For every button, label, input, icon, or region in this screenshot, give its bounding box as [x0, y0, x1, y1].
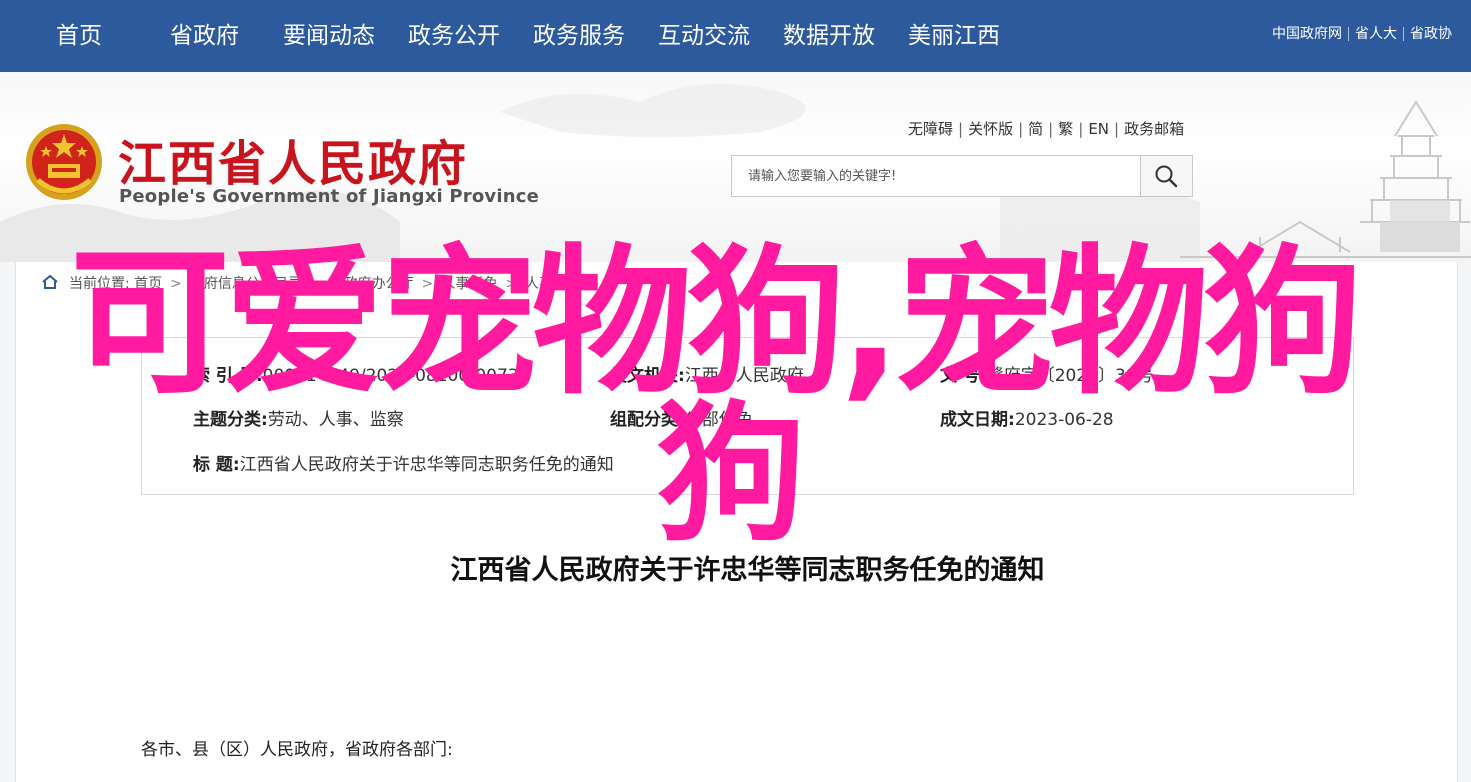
breadcrumb-general-office[interactable]: 省政府办公厅 [330, 276, 414, 292]
link-provincial-congress[interactable]: 省人大 [1355, 26, 1397, 42]
search-icon [1155, 165, 1178, 188]
breadcrumb-label: 当前位置: [69, 276, 130, 292]
link-care-version[interactable]: 关怀版 [968, 120, 1013, 138]
divider: | [1048, 120, 1054, 138]
meta-title: 标 题:江西省人民政府关于许忠华等同志职务任免的通知 [193, 450, 614, 475]
meta-compose-value: 省部任免 [684, 410, 753, 430]
article-greeting: 各市、县（区）人民政府，省政府各部门: [141, 740, 453, 760]
divider: | [1018, 120, 1024, 138]
meta-issuer-label: 发文机关: [610, 366, 685, 386]
nav-gov-services[interactable]: 政务服务 [533, 0, 625, 72]
meta-category-label: 主题分类: [193, 410, 268, 430]
top-nav-bar: 首页 省政府 要闻动态 政务公开 政务服务 互动交流 数据开放 美丽江西 中国政… [0, 0, 1471, 72]
meta-issuer: 发文机关:江西省人民政府 [610, 361, 804, 386]
link-english[interactable]: EN [1088, 120, 1109, 138]
utility-links: 无障碍 | 关怀版 | 简 | 繁 | EN | 政务邮箱 [908, 118, 1184, 139]
meta-doc-number-label: 文 号: [940, 366, 987, 386]
link-accessibility[interactable]: 无障碍 [908, 120, 953, 138]
chevron-right-icon: > [170, 276, 182, 292]
meta-doc-number-value: 赣府字〔2023〕38号 [986, 366, 1154, 386]
breadcrumb: 当前位置: 首页 > 政府信息公开目录 > 省政府办公厅 > 人事任免 > 人事任免 [41, 273, 581, 293]
chevron-right-icon: > [309, 276, 322, 292]
link-traditional[interactable]: 繁 [1058, 120, 1073, 138]
chevron-right-icon: > [421, 276, 434, 292]
meta-compose-label: 组配分类: [610, 410, 685, 430]
search-button[interactable] [1140, 156, 1192, 196]
breadcrumb-appointments[interactable]: 人事任免 [441, 276, 497, 292]
search-input[interactable] [732, 156, 1142, 196]
link-provincial-cppcc[interactable]: 省政协 [1410, 26, 1452, 42]
chevron-right-icon: > [505, 276, 518, 292]
home-icon [42, 274, 58, 289]
meta-doc-number: 文 号:赣府字〔2023〕38号 [940, 361, 1154, 386]
divider [1403, 27, 1404, 41]
breadcrumb-info-catalog[interactable]: 政府信息公开目录 [190, 276, 302, 292]
link-gov-email[interactable]: 政务邮箱 [1124, 120, 1184, 138]
divider: | [1114, 120, 1120, 138]
divider [1348, 27, 1349, 41]
site-title: 江西省人民政府 [118, 136, 469, 192]
nav-news[interactable]: 要闻动态 [283, 0, 375, 72]
meta-index: 索 引 号:000014349/2023-08100-00732 [193, 361, 529, 386]
meta-date: 成文日期:2023-06-28 [940, 405, 1114, 430]
meta-index-value: 000014349/2023-08100-00732 [262, 366, 530, 386]
breadcrumb-home[interactable]: 首页 [134, 276, 162, 292]
nav-open-data[interactable]: 数据开放 [783, 0, 875, 72]
link-simplified[interactable]: 简 [1028, 120, 1043, 138]
meta-date-value: 2023-06-28 [1014, 410, 1114, 430]
nav-home[interactable]: 首页 [56, 0, 102, 72]
site-subtitle: People's Government of Jiangxi Province [119, 186, 539, 207]
nav-provincial-gov[interactable]: 省政府 [170, 0, 239, 72]
meta-index-label: 索 引 号: [193, 366, 263, 386]
site-header: 江西省人民政府 People's Government of Jiangxi P… [0, 72, 1471, 262]
meta-title-label: 标 题: [193, 455, 240, 475]
nav-beautiful-jiangxi[interactable]: 美丽江西 [908, 0, 1000, 72]
meta-date-label: 成文日期: [940, 410, 1015, 430]
meta-category: 主题分类:劳动、人事、监察 [193, 405, 404, 430]
article-title: 江西省人民政府关于许忠华等同志职务任免的通知 [450, 555, 1045, 586]
meta-issuer-value: 江西省人民政府 [684, 366, 804, 386]
top-external-links: 中国政府网 省人大 省政协 [1272, 24, 1452, 44]
nav-interaction[interactable]: 互动交流 [658, 0, 750, 72]
divider: | [958, 120, 964, 138]
national-emblem-icon [26, 124, 102, 200]
meta-category-value: 劳动、人事、监察 [267, 410, 404, 430]
divider: | [1078, 120, 1084, 138]
breadcrumb-current[interactable]: 人事任免 [525, 276, 581, 292]
meta-compose: 组配分类:省部任免 [610, 405, 753, 430]
nav-gov-affairs-open[interactable]: 政务公开 [408, 0, 500, 72]
link-china-gov[interactable]: 中国政府网 [1272, 26, 1342, 42]
search-box [731, 155, 1193, 197]
meta-title-value: 江西省人民政府关于许忠华等同志职务任免的通知 [239, 455, 614, 475]
